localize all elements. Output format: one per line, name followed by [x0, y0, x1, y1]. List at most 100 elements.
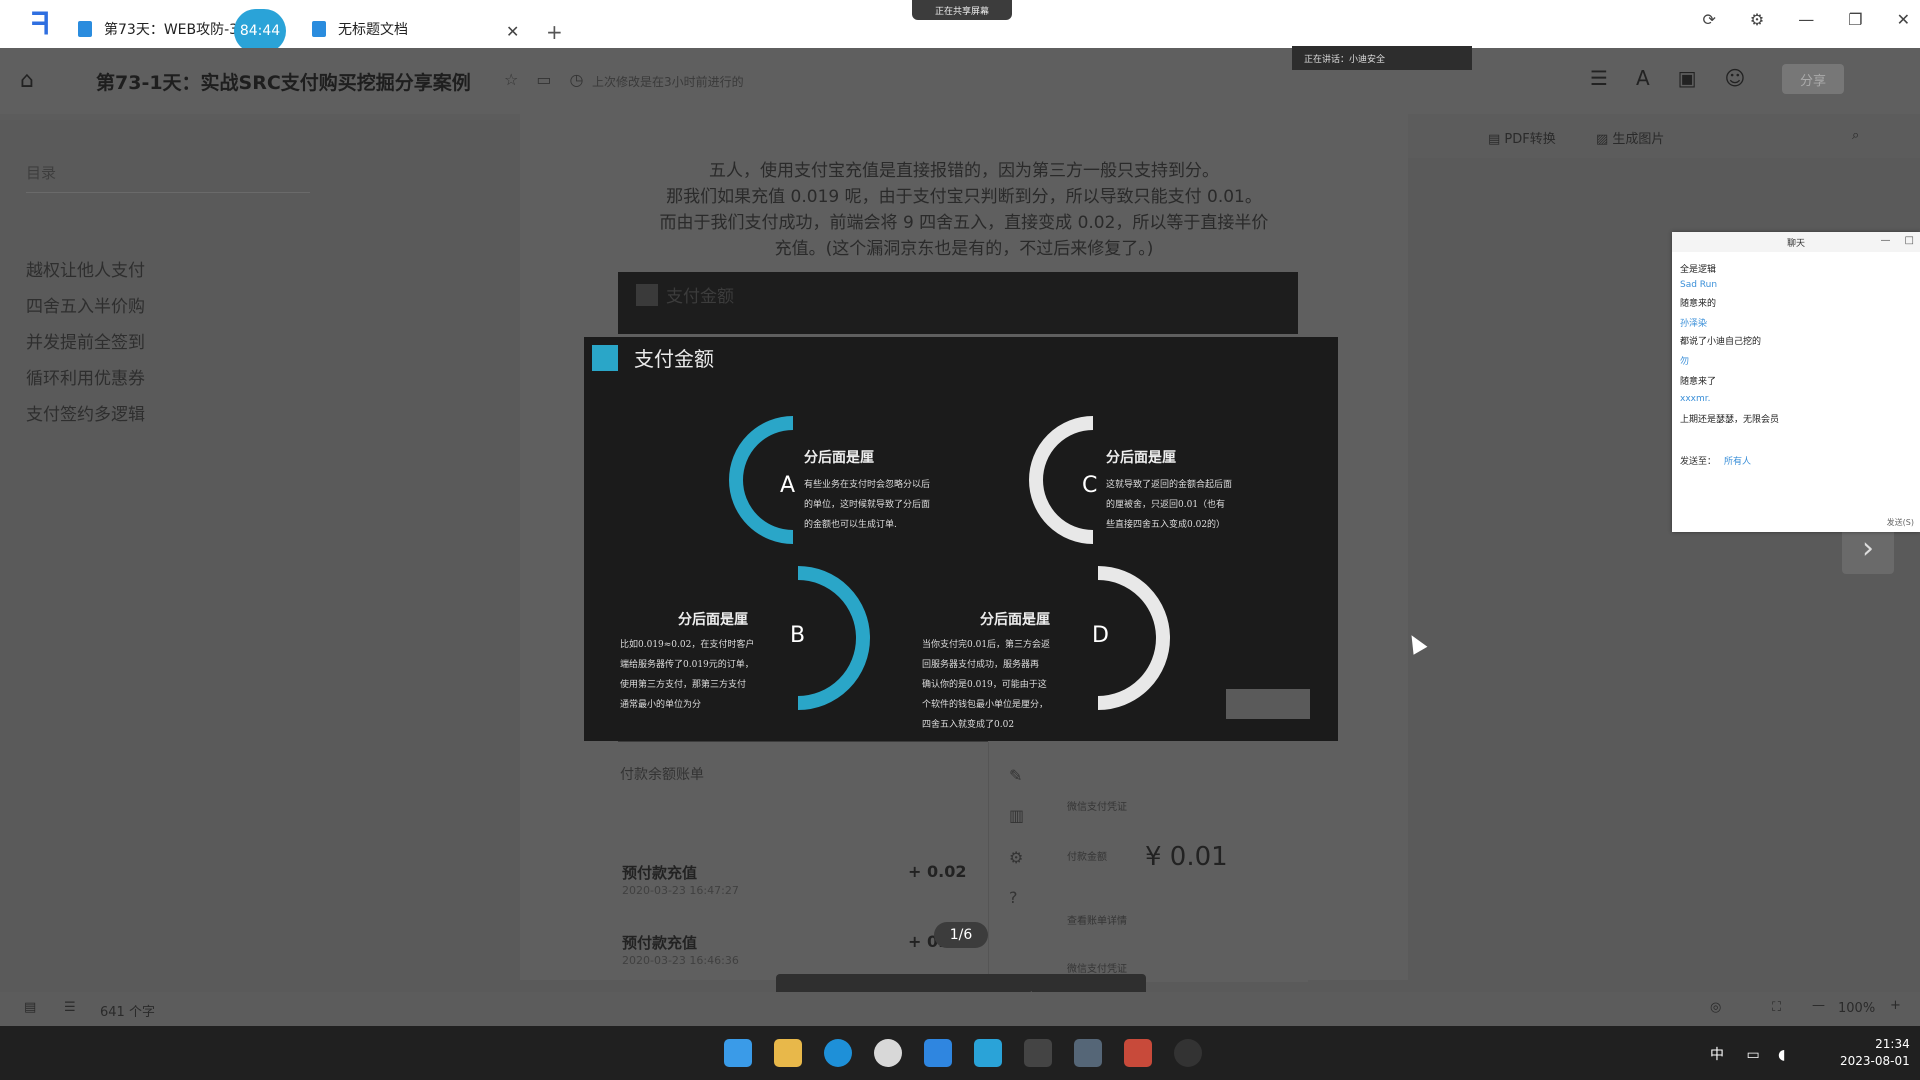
label-b: B: [790, 623, 806, 648]
bill-section-title: 付款余额账单: [620, 767, 704, 783]
segment-d-body: 当你支付完0.01后，第三方会返 回服务器支付成功，服务器再 确认你的是0.019，…: [922, 640, 1051, 730]
present-icon[interactable]: ▣: [1678, 66, 1697, 90]
receipt-amount: ¥ 0.01: [1145, 842, 1228, 872]
edge-icon[interactable]: [824, 1039, 852, 1067]
segment-b-heading: 分后面是厘: [678, 612, 748, 628]
minimize-icon[interactable]: —: [1798, 10, 1814, 29]
share-button[interactable]: 分享: [1782, 64, 1844, 94]
zoom-in-icon[interactable]: +: [1890, 998, 1901, 1013]
receipt-label: 付款金额: [1067, 852, 1107, 863]
paragraph-line: 充值。(这个漏洞京东也是有的，不过后来修复了。): [774, 239, 1154, 259]
clock-date: 2023-08-01: [1840, 1054, 1910, 1068]
payment-receipt-image[interactable]: ✎ ▥ ⚙ ? 微信支付凭证 付款金额 ¥ 0.01 查看账单详情 微信支付凭证: [988, 742, 1308, 982]
bill-row-amount: + 0.02: [908, 862, 967, 881]
sublime-icon[interactable]: [1024, 1039, 1052, 1067]
document-icon: [78, 21, 92, 37]
edit-icon: ✎: [1009, 766, 1023, 785]
text-size-icon[interactable]: A: [1636, 66, 1650, 90]
receipt-merchant: 微信支付凭证: [1067, 802, 1127, 813]
outline-item[interactable]: 循环利用优惠券: [26, 364, 145, 389]
tab-label: 无标题文档: [338, 22, 408, 38]
generate-image-button[interactable]: ▨ 生成图片: [1596, 128, 1664, 147]
segment-d-heading: 分后面是厘: [980, 612, 1050, 628]
close-tab-icon[interactable]: ✕: [506, 22, 519, 41]
chat-message: 都说了小迪自己挖的: [1680, 337, 1762, 347]
send-to-label: 发送至：: [1680, 457, 1717, 467]
arc-b: [797, 566, 870, 710]
embedded-image-header[interactable]: 支付金额: [618, 272, 1298, 334]
image-preview: 支付金额 A B C D 分后面是厘 有些业务在支付时会忽略分以后 的单位，这时候…: [584, 337, 1338, 741]
menu-icon[interactable]: ☰: [1590, 66, 1608, 90]
minimize-icon[interactable]: —: [1881, 235, 1891, 246]
fullscreen-icon[interactable]: ⛶: [1772, 1000, 1781, 1015]
chat-panel: 聊天 — □ 全是逻辑 Sad Run 随意来的 孙泽染 都说了小迪自己挖的 勿…: [1672, 232, 1920, 532]
outline-item[interactable]: 四舍五入半价购: [26, 292, 145, 317]
page-view-icon[interactable]: ☰: [64, 1000, 76, 1015]
pdf-convert-button[interactable]: ▤ PDF转换: [1488, 128, 1556, 147]
locate-icon[interactable]: ◎: [1710, 1000, 1721, 1015]
system-clock[interactable]: 21:34 2023-08-01: [1840, 1036, 1910, 1070]
segment-a-heading: 分后面是厘: [804, 450, 874, 466]
document-title: 第73-1天：实战SRC支付购买挖掘分享案例: [96, 72, 471, 94]
start-icon[interactable]: [724, 1039, 752, 1067]
chat-window-controls: — □: [1881, 235, 1914, 246]
star-icon[interactable]: ☆: [504, 70, 518, 89]
file-explorer-icon[interactable]: [774, 1039, 802, 1067]
outline-item[interactable]: 并发提前全签到: [26, 328, 145, 353]
tool-icon[interactable]: [1174, 1039, 1202, 1067]
zoom-out-icon[interactable]: —: [1812, 998, 1825, 1013]
home-icon[interactable]: ⌂: [20, 68, 34, 93]
paragraph-line: 那我们如果充值 0.019 呢，由于支付宝只判断到分，所以导致只能支付 0.01…: [666, 187, 1262, 207]
label-d: D: [1092, 623, 1109, 648]
speaker-indicator: 正在讲话：小迪安全: [1292, 46, 1472, 70]
folder-icon[interactable]: ▭: [536, 70, 551, 89]
restore-icon[interactable]: ❐: [1848, 10, 1862, 29]
chat-message: 随意来了: [1680, 377, 1717, 387]
meeting-app-icon[interactable]: [974, 1039, 1002, 1067]
java-icon[interactable]: [1124, 1039, 1152, 1067]
network-tool-icon[interactable]: [1074, 1039, 1102, 1067]
outline-item[interactable]: 越权让他人支付: [26, 256, 145, 281]
zoom-level: 100%: [1838, 1001, 1876, 1016]
chat-username: Sad Run: [1680, 280, 1718, 290]
refresh-icon[interactable]: ⟳: [1703, 10, 1716, 29]
outline-item[interactable]: 支付签约多逻辑: [26, 400, 145, 425]
volume-icon[interactable]: ◖: [1778, 1047, 1785, 1063]
segment-c-heading: 分后面是厘: [1106, 450, 1176, 466]
tab-label: 第73天：WEB攻防-3: [104, 22, 239, 38]
title-actions: ☆ ▭ ◷: [504, 70, 583, 89]
word-count[interactable]: 641 个字: [100, 1001, 155, 1020]
collaborators-icon[interactable]: ☺: [1725, 66, 1746, 90]
new-tab-icon[interactable]: +: [546, 20, 563, 44]
label-c: C: [1082, 473, 1098, 498]
segment-c-body: 这就导致了返回的金额合起后面 的厘被舍，只返回0.01（也有 些直接四舍五入变成0.…: [1106, 480, 1233, 530]
timer-badge: 84:44: [234, 9, 286, 53]
app-logo-icon: ᖷ: [31, 6, 49, 42]
status-bar: ▤ ☰ 641 个字 ◎ ⛶ — 100% +: [0, 992, 1920, 1026]
paragraph-line: 而由于我们支付成功，前端会将 9 四舍五入，直接变成 0.02，所以等于直接半价: [659, 213, 1269, 233]
header-tools: ☰ A ▣ ☺: [1590, 66, 1745, 90]
chat-username: 勿: [1680, 357, 1690, 367]
page-counter: 1/6: [934, 922, 988, 948]
settings-icon[interactable]: ⚙: [1750, 10, 1764, 29]
send-target-select[interactable]: 所有人: [1724, 454, 1751, 467]
outline-title: 目录: [26, 164, 57, 182]
settings-icon: ⚙: [1009, 848, 1024, 867]
bill-row-date: 2020-03-23 16:46:36: [622, 954, 739, 967]
tab-untitled-doc[interactable]: 无标题文档: [312, 10, 532, 48]
image-header-title: 支付金额: [666, 287, 734, 307]
window-close-icon[interactable]: ✕: [1897, 10, 1910, 29]
docs-app-icon[interactable]: [924, 1039, 952, 1067]
document-header: ⌂ 第73-1天：实战SRC支付购买挖掘分享案例 ☆ ▭ ◷ 上次修改是在3小时…: [0, 46, 1920, 114]
maximize-icon[interactable]: □: [1905, 235, 1914, 246]
network-icon[interactable]: ▭: [1746, 1047, 1759, 1063]
document-icon: [312, 21, 326, 37]
search-icon[interactable]: ⌕: [1852, 128, 1859, 143]
chrome-icon[interactable]: [874, 1039, 902, 1067]
bill-row-date: 2020-03-23 16:47:27: [622, 884, 739, 897]
outline-toggle-icon[interactable]: ▤: [24, 1000, 36, 1015]
divider: [26, 192, 310, 193]
outline-sidebar: 目录 越权让他人支付 四舍五入半价购 并发提前全签到 循环利用优惠券 支付签约多…: [0, 120, 520, 980]
ime-icon[interactable]: 中: [1710, 1047, 1724, 1063]
send-button[interactable]: 发送(S): [1887, 517, 1914, 528]
